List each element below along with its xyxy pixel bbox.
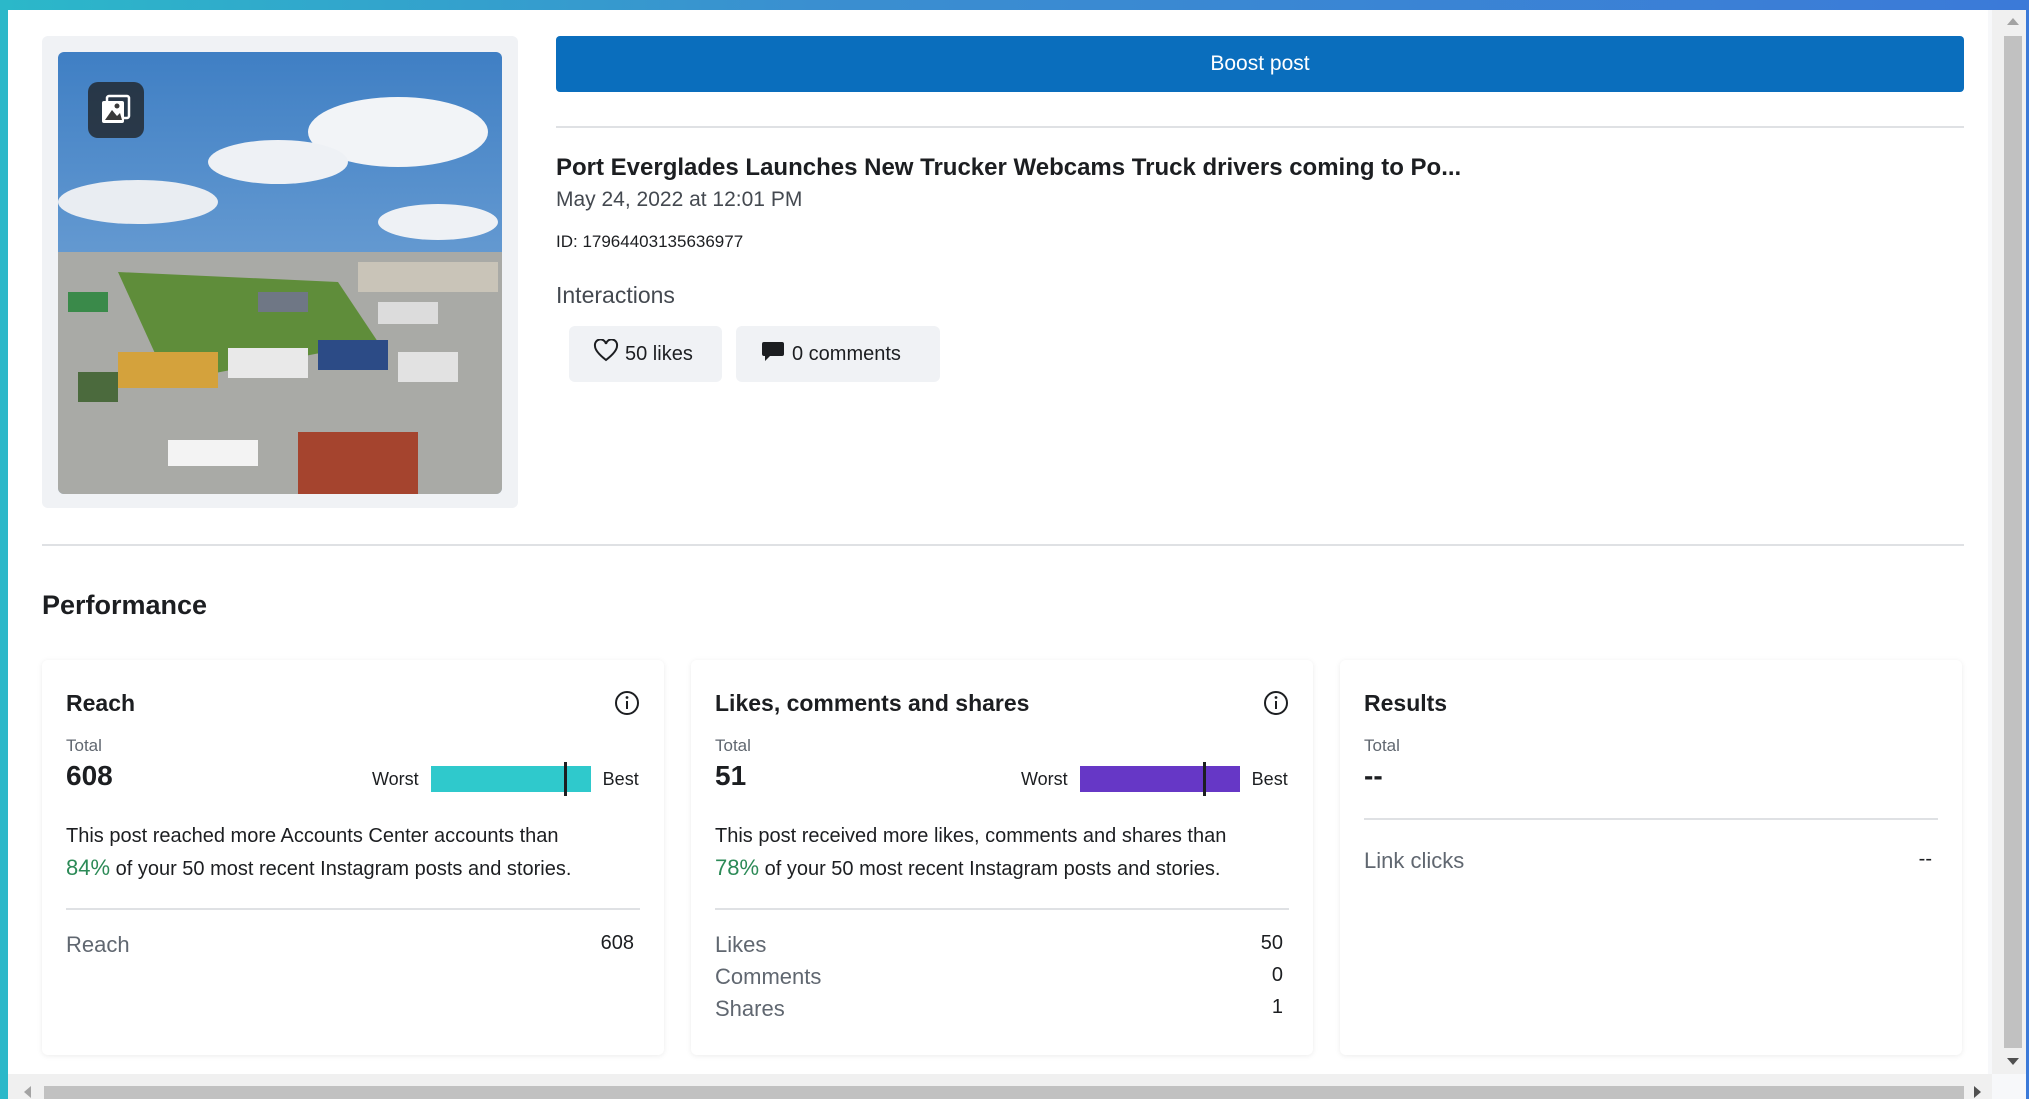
performance-heading: Performance [42, 590, 208, 620]
results-card: Results Total -- Link clicks -- [1340, 660, 1962, 1055]
scroll-down-icon[interactable] [2007, 1058, 2019, 1065]
shares-row: Shares 1 [715, 996, 1283, 1022]
comments-row-value: 0 [1271, 964, 1283, 986]
scale-best-label: Best [1251, 768, 1288, 789]
reach-percentile: 84% [66, 855, 111, 880]
results-title: Results [1364, 690, 1448, 716]
post-thumbnail-card [42, 36, 518, 508]
comments-row-label: Comments [715, 964, 822, 989]
link-clicks-label: Link clicks [1364, 848, 1465, 873]
boost-post-button[interactable]: Boost post [556, 36, 1964, 92]
reach-benchmark-scale: Worst Best [372, 762, 639, 796]
horizontal-scroll-thumb[interactable] [44, 1086, 1964, 1099]
scroll-up-icon[interactable] [2007, 18, 2019, 25]
engagement-description: This post received more likes, comments … [715, 820, 1295, 885]
post-date: May 24, 2022 at 12:01 PM [556, 188, 803, 211]
engagement-benchmark-scale: Worst Best [1021, 762, 1288, 796]
comment-icon [760, 339, 786, 369]
heart-icon [593, 338, 619, 369]
reach-desc-text: This post reached more Accounts Center a… [66, 825, 559, 847]
engagement-title: Likes, comments and shares [715, 690, 1030, 716]
likes-count: 50 likes [625, 342, 693, 365]
scale-worst-label: Worst [372, 768, 419, 789]
scale-best-label: Best [602, 768, 639, 789]
vertical-scroll-thumb[interactable] [2004, 36, 2022, 1048]
post-id: ID: 17964403135636977 [556, 232, 744, 251]
reach-description: This post reached more Accounts Center a… [66, 820, 646, 885]
shares-row-value: 1 [1271, 996, 1283, 1018]
header-divider [556, 126, 1964, 128]
reach-desc-suffix: of your 50 most recent Instagram posts a… [115, 858, 572, 880]
reach-benchmark-bar [430, 762, 591, 796]
comments-row: Comments 0 [715, 964, 1283, 990]
reach-card: Reach Total 608 Worst Best This post rea… [42, 660, 664, 1055]
likes-row-value: 50 [1260, 932, 1283, 954]
link-clicks-row: Link clicks -- [1364, 848, 1932, 874]
link-clicks-value: -- [1918, 848, 1932, 870]
reach-row-value: 608 [600, 932, 634, 954]
likes-row: Likes 50 [715, 932, 1283, 958]
reach-row-label: Reach [66, 932, 130, 957]
reach-title: Reach [66, 690, 136, 716]
comments-count: 0 comments [792, 342, 901, 365]
carousel-icon [88, 82, 144, 138]
reach-divider [66, 908, 640, 910]
scroll-left-icon[interactable] [24, 1086, 31, 1098]
section-divider [42, 544, 1964, 546]
engagement-divider [715, 908, 1289, 910]
engagement-total-value: 51 [715, 760, 747, 791]
engagement-benchmark-marker [1202, 762, 1206, 796]
results-total-label: Total [1364, 736, 1400, 755]
likes-pill[interactable]: 50 likes [569, 326, 722, 382]
app-window: Boost post Port Everglades Launches New … [8, 10, 2026, 1099]
reach-row: Reach 608 [66, 932, 634, 958]
scale-worst-label: Worst [1021, 768, 1068, 789]
comments-pill[interactable]: 0 comments [736, 326, 940, 382]
info-icon[interactable] [1263, 690, 1289, 716]
post-insights-panel: Boost post Port Everglades Launches New … [8, 10, 1988, 1074]
shares-row-label: Shares [715, 996, 785, 1021]
reach-total-label: Total [66, 736, 102, 755]
info-icon[interactable] [614, 690, 640, 716]
engagement-total-label: Total [715, 736, 751, 755]
vertical-scrollbar[interactable] [1992, 10, 2026, 1074]
engagement-card: Likes, comments and shares Total 51 Wors… [691, 660, 1313, 1055]
engagement-desc-suffix: of your 50 most recent Instagram posts a… [764, 858, 1221, 880]
results-divider [1364, 818, 1938, 820]
scroll-right-icon[interactable] [1974, 1086, 1981, 1098]
post-title: Port Everglades Launches New Trucker Web… [556, 154, 1462, 181]
engagement-percentile: 78% [715, 855, 760, 880]
horizontal-scrollbar[interactable] [8, 1074, 1992, 1099]
reach-benchmark-marker [563, 762, 567, 796]
reach-total-value: 608 [66, 760, 113, 791]
engagement-benchmark-bar [1079, 762, 1240, 796]
interactions-heading: Interactions [556, 282, 675, 308]
likes-row-label: Likes [715, 932, 767, 957]
post-thumbnail-image[interactable] [58, 52, 502, 494]
engagement-desc-text: This post received more likes, comments … [715, 825, 1227, 847]
results-total-value: -- [1364, 760, 1383, 791]
